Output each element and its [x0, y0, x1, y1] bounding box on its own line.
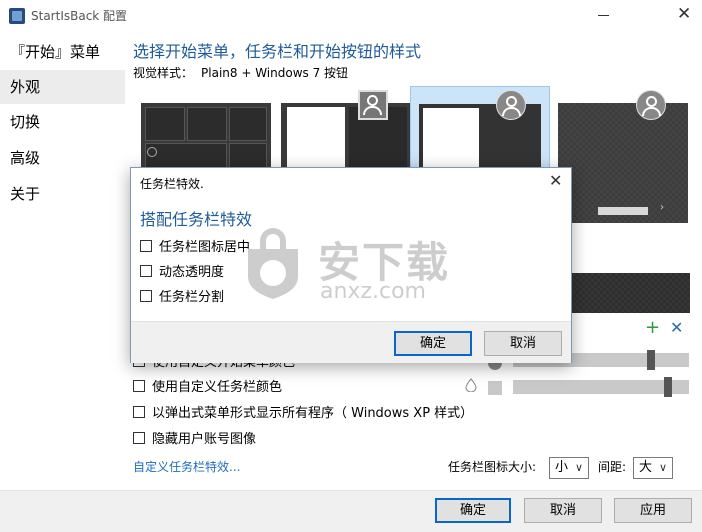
sidebar-item-advanced[interactable]: 高级: [0, 141, 125, 175]
cancel-button[interactable]: 取消: [524, 498, 602, 523]
checkbox[interactable]: [133, 432, 145, 444]
chevron-down-icon: ∨: [658, 461, 667, 474]
checkbox[interactable]: [140, 240, 152, 252]
dialog-cancel-button[interactable]: 取消: [484, 331, 562, 356]
taskbar-color-swatch[interactable]: [488, 381, 502, 395]
sidebar-item-about[interactable]: 关于: [0, 177, 125, 211]
checkbox[interactable]: [133, 406, 145, 418]
option-xp-style-programs[interactable]: 以弹出式菜单形式显示所有程序（ Windows XP 样式）: [133, 404, 473, 424]
title-bar: StartIsBack 配置 ✕: [0, 0, 702, 31]
add-icon[interactable]: +: [645, 318, 660, 338]
search-box: [598, 207, 648, 215]
user-avatar-icon: [636, 90, 666, 120]
user-avatar-icon: [496, 90, 526, 120]
tile: [229, 107, 267, 141]
apply-button[interactable]: 应用: [614, 498, 692, 523]
chevron-right-icon: ›: [660, 202, 664, 213]
dialog-heading: 搭配任务栏特效: [140, 210, 253, 229]
page-title: 选择开始菜单，任务栏和开始按钮的样式: [133, 42, 422, 61]
option-taskbar-split[interactable]: 任务栏分割: [140, 288, 224, 308]
taskbar-transparency-slider[interactable]: [513, 380, 689, 394]
dialog-title: 任务栏特效.: [140, 177, 204, 191]
visual-style-line: 视觉样式： Plain8 + Windows 7 按钮: [133, 64, 348, 81]
spacing-label: 间距:: [598, 460, 627, 474]
dialog-footer: 确定 取消: [131, 321, 571, 363]
taskbar-preview: [558, 273, 690, 313]
visual-style-label: 视觉样式：: [133, 66, 194, 80]
app-icon: [9, 8, 25, 24]
user-avatar-icon: [358, 90, 388, 120]
opacity-drop-icon: [465, 378, 477, 392]
sidebar-item-start-menu[interactable]: 『开始』菜单: [0, 35, 125, 69]
sidebar-item-appearance[interactable]: 外观: [0, 70, 125, 104]
tile: [187, 107, 227, 141]
customize-taskbar-effects-link[interactable]: 自定义任务栏特效...: [133, 458, 240, 475]
dialog-ok-button[interactable]: 确定: [394, 331, 472, 356]
power-icon: [147, 147, 157, 157]
close-icon[interactable]: ✕: [677, 4, 691, 24]
checkbox[interactable]: [140, 265, 152, 277]
watermark-subtext: anxz.com: [320, 279, 426, 304]
remove-icon[interactable]: ✕: [670, 318, 683, 338]
slider-thumb[interactable]: [664, 377, 672, 397]
checkbox[interactable]: [140, 290, 152, 302]
option-hide-user-picture[interactable]: 隐藏用户账号图像: [133, 430, 256, 450]
footer: 确定 取消 应用: [0, 490, 702, 532]
shield-icon: [248, 228, 298, 299]
watermark-logo: 安下载 anxz.com: [240, 225, 470, 305]
window-title: StartIsBack 配置: [31, 9, 128, 23]
option-custom-taskbar-color[interactable]: 使用自定义任务栏颜色: [133, 378, 282, 398]
tile: [145, 107, 185, 141]
checkbox[interactable]: [133, 380, 145, 392]
spacing-select[interactable]: 大 ∨: [633, 457, 673, 479]
dialog-close-icon[interactable]: ✕: [549, 171, 562, 191]
style-thumbnail-4[interactable]: ›: [558, 103, 688, 223]
chevron-down-icon: ∨: [574, 461, 583, 474]
option-dynamic-transparency[interactable]: 动态透明度: [140, 263, 224, 283]
minimize-icon[interactable]: [595, 6, 613, 24]
option-center-taskbar-icons[interactable]: 任务栏图标居中: [140, 238, 250, 258]
icon-size-select[interactable]: 小 ∨: [549, 457, 589, 479]
slider-thumb[interactable]: [647, 350, 655, 370]
sidebar: 『开始』菜单 外观 切换 高级 关于: [0, 31, 125, 491]
visual-style-value: Plain8 + Windows 7 按钮: [201, 66, 349, 80]
icon-size-label: 任务栏图标大小:: [448, 460, 537, 474]
ok-button[interactable]: 确定: [435, 498, 511, 523]
sidebar-item-switch[interactable]: 切换: [0, 105, 125, 139]
